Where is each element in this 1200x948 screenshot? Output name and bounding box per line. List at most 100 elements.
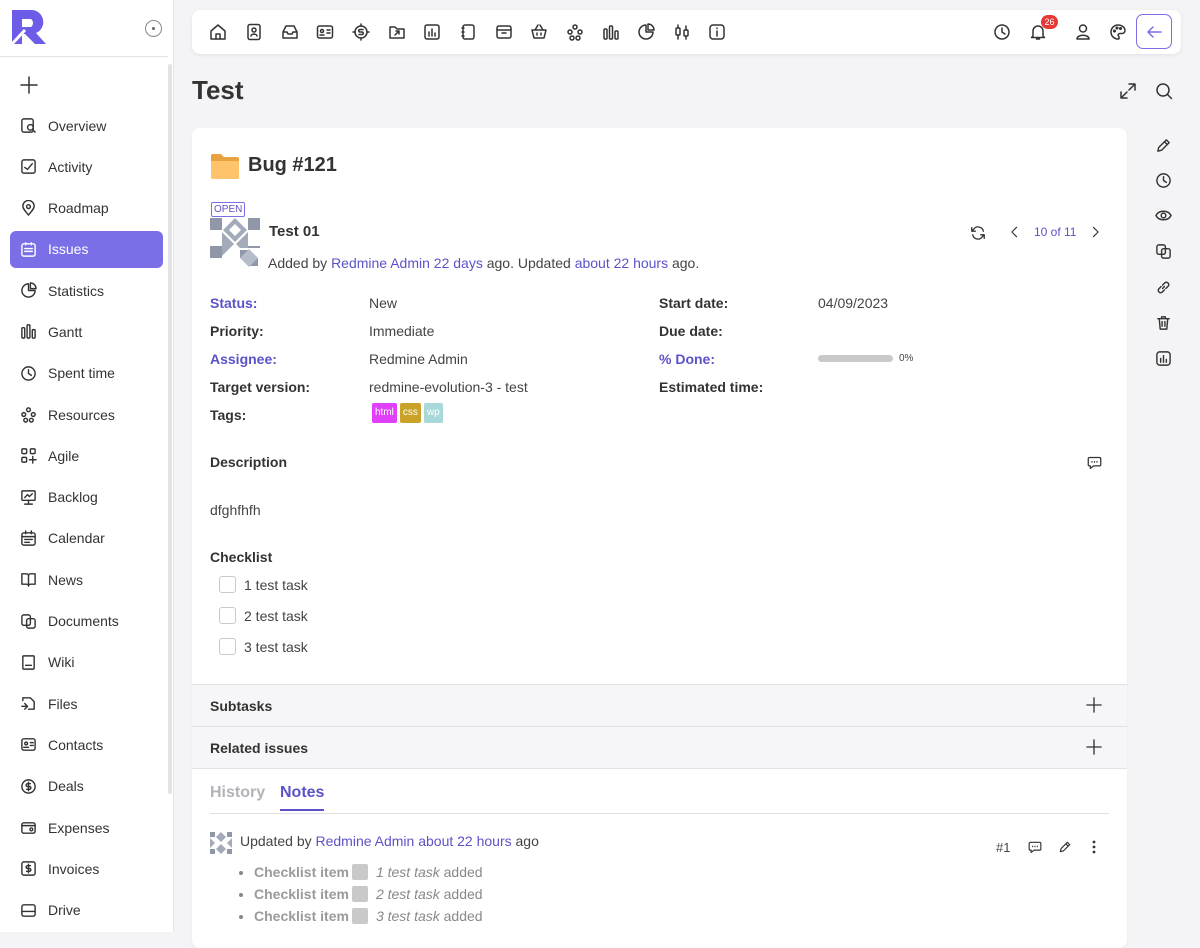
user-icon[interactable] bbox=[1074, 23, 1092, 41]
quote-comment-icon[interactable] bbox=[1087, 455, 1102, 470]
tab-history[interactable]: History bbox=[210, 784, 265, 802]
tag-css[interactable]: css bbox=[399, 403, 421, 423]
start-date-label: Start date: bbox=[659, 295, 729, 311]
sidebar-scrollbar[interactable] bbox=[168, 64, 172, 794]
target-version-link[interactable]: redmine-evolution-3 - test bbox=[369, 379, 528, 395]
contacts-icon[interactable] bbox=[316, 23, 334, 41]
sidebar-item-label: Statistics bbox=[48, 282, 105, 299]
expenses-icon bbox=[21, 822, 36, 834]
sidebar-item-contacts[interactable]: Contacts bbox=[10, 726, 163, 763]
checklist-item: 3 test task bbox=[219, 638, 308, 655]
sidebar-item-invoices[interactable]: Invoices bbox=[10, 850, 163, 887]
sidebar-item-overview[interactable]: Overview bbox=[10, 107, 163, 144]
clock-icon[interactable] bbox=[1155, 172, 1172, 189]
candlestick-icon[interactable] bbox=[673, 23, 691, 41]
chevron-right-icon[interactable] bbox=[1088, 225, 1102, 239]
quote-comment-icon[interactable] bbox=[1028, 840, 1042, 854]
detail-value: 3 test task bbox=[375, 908, 440, 924]
archive-icon[interactable] bbox=[495, 23, 513, 41]
checklist-checkbox[interactable] bbox=[219, 576, 236, 593]
sidebar-item-deals[interactable]: Deals bbox=[10, 768, 163, 805]
checkbox-icon bbox=[351, 908, 368, 924]
sidebar-item-label: Contacts bbox=[48, 736, 104, 753]
sidebar-item-issues[interactable]: Issues bbox=[10, 230, 163, 268]
checklist-item: 1 test task bbox=[219, 576, 308, 593]
app-logo[interactable] bbox=[10, 8, 48, 46]
chevron-left-icon[interactable] bbox=[1008, 225, 1022, 239]
more-options-icon[interactable] bbox=[1087, 840, 1101, 854]
link-icon[interactable] bbox=[1155, 279, 1172, 296]
created-ago-link[interactable]: 22 days bbox=[434, 255, 483, 271]
sidebar-item-gantt[interactable]: Gantt bbox=[10, 313, 163, 350]
copy-icon[interactable] bbox=[1155, 243, 1172, 260]
note-author-link[interactable]: Redmine Admin bbox=[316, 833, 415, 849]
clock-icon[interactable] bbox=[993, 23, 1011, 41]
resources-icon[interactable] bbox=[566, 23, 584, 41]
inbox-icon[interactable] bbox=[281, 23, 299, 41]
sidebar-item-drive[interactable]: Drive bbox=[10, 892, 163, 929]
basket-icon[interactable] bbox=[530, 23, 548, 41]
sidebar-collapse-toggle[interactable] bbox=[145, 20, 162, 37]
pie-chart-icon[interactable] bbox=[637, 23, 655, 41]
edit-pencil-icon[interactable] bbox=[1155, 137, 1172, 154]
updated-ago-link[interactable]: about 22 hours bbox=[575, 255, 668, 271]
sidebar-item-label: Drive bbox=[48, 902, 81, 919]
sidebar-item-activity[interactable]: Activity bbox=[10, 148, 163, 185]
sidebar-item-files[interactable]: Files bbox=[10, 685, 163, 722]
note-ago-link[interactable]: about 22 hours bbox=[418, 833, 511, 849]
home-icon[interactable] bbox=[209, 23, 227, 41]
sidebar-item-backlog[interactable]: Backlog bbox=[10, 479, 163, 516]
assignee-label[interactable]: Assignee: bbox=[210, 351, 277, 367]
notebook-icon[interactable] bbox=[459, 23, 477, 41]
info-icon[interactable] bbox=[708, 23, 726, 41]
tags-label: Tags: bbox=[210, 407, 247, 423]
tag-wp[interactable]: wp bbox=[423, 403, 443, 423]
calendar-icon bbox=[21, 530, 36, 546]
sidebar-item-roadmap[interactable]: Roadmap bbox=[10, 190, 163, 227]
palette-icon[interactable] bbox=[1109, 23, 1127, 41]
priority-label: Priority: bbox=[210, 323, 264, 339]
chart-doc-icon[interactable] bbox=[423, 23, 441, 41]
search-icon[interactable] bbox=[1155, 82, 1173, 100]
user-card-icon[interactable] bbox=[245, 23, 263, 41]
sidebar-item-wiki[interactable]: Wiki bbox=[10, 644, 163, 681]
history-tabs: History Notes bbox=[210, 782, 1109, 814]
sidebar-item-news[interactable]: News bbox=[10, 561, 163, 598]
sidebar-item-agile[interactable]: Agile bbox=[10, 437, 163, 474]
note-number-link[interactable]: #1 bbox=[996, 840, 1010, 855]
sidebar-item-calendar[interactable]: Calendar bbox=[10, 520, 163, 557]
watch-eye-icon[interactable] bbox=[1155, 207, 1172, 224]
sidebar-item-label: Deals bbox=[48, 778, 84, 795]
note-detail-item: Checklist item 2 test task added bbox=[254, 883, 483, 905]
report-icon[interactable] bbox=[1155, 350, 1172, 367]
tag-html[interactable]: html bbox=[372, 403, 397, 423]
sidebar-item-expenses[interactable]: Expenses bbox=[10, 809, 163, 846]
checklist-checkbox[interactable] bbox=[219, 638, 236, 655]
notification-count-badge: 26 bbox=[1041, 15, 1058, 29]
sidebar-item-statistics[interactable]: Statistics bbox=[10, 272, 163, 309]
folder-share-icon[interactable] bbox=[388, 23, 406, 41]
note-header: Updated by Redmine Admin about 22 hours … bbox=[240, 833, 539, 849]
back-button[interactable] bbox=[1136, 14, 1172, 49]
assignee-link[interactable]: Redmine Admin bbox=[369, 351, 468, 367]
bar-chart-icon[interactable] bbox=[602, 23, 620, 41]
add-subtask-plus-icon[interactable] bbox=[1086, 697, 1102, 713]
sidebar-item-resources[interactable]: Resources bbox=[10, 396, 163, 433]
deals-icon[interactable] bbox=[352, 23, 370, 41]
fullscreen-icon[interactable] bbox=[1119, 82, 1137, 100]
refresh-icon[interactable] bbox=[970, 225, 986, 241]
trash-icon[interactable] bbox=[1155, 314, 1172, 331]
add-plus-icon[interactable] bbox=[20, 76, 38, 94]
edit-pencil-icon[interactable] bbox=[1058, 840, 1072, 854]
status-label[interactable]: Status: bbox=[210, 295, 257, 311]
checklist-checkbox[interactable] bbox=[219, 607, 236, 624]
sidebar-item-spent-time[interactable]: Spent time bbox=[10, 355, 163, 392]
contacts-icon bbox=[21, 738, 36, 752]
note-prefix: Updated by bbox=[240, 833, 312, 849]
add-relation-plus-icon[interactable] bbox=[1086, 739, 1102, 755]
author-link[interactable]: Redmine Admin bbox=[331, 255, 430, 271]
issue-pager[interactable]: 10 of 11 bbox=[1034, 225, 1076, 239]
sidebar-item-documents[interactable]: Documents bbox=[10, 603, 163, 640]
tab-notes[interactable]: Notes bbox=[280, 784, 325, 811]
done-label[interactable]: % Done: bbox=[659, 351, 715, 367]
